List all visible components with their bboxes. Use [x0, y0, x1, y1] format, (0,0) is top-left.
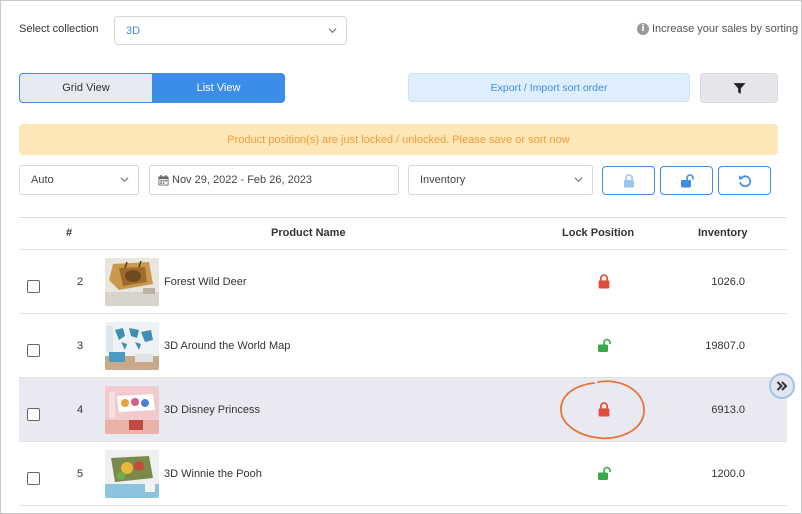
collection-select[interactable]: 3D — [114, 16, 347, 45]
inventory-value: 19807.0 — [705, 340, 745, 352]
grid-view-button[interactable]: Grid View — [19, 73, 152, 103]
date-range-value: Nov 29, 2022 - Feb 26, 2023 — [172, 174, 313, 186]
inventory-value: 1026.0 — [711, 276, 745, 288]
product-name: Forest Wild Deer — [164, 276, 247, 288]
annotation-circle — [560, 380, 645, 440]
table-row[interactable]: 2 Forest Wild Deer 1026.0 — [19, 250, 787, 314]
sort-mode-select[interactable]: Auto — [19, 165, 139, 195]
column-header-inventory: Inventory — [698, 227, 748, 239]
sorting-hint: i Increase your sales by sorting — [637, 23, 798, 35]
row-checkbox[interactable] — [27, 344, 40, 357]
product-thumbnail — [105, 322, 159, 370]
list-view-button[interactable]: List View — [152, 73, 285, 103]
select-collection-label: Select collection — [19, 23, 99, 35]
product-name: 3D Disney Princess — [164, 404, 260, 416]
info-icon: i — [637, 23, 649, 35]
product-thumbnail — [105, 258, 159, 306]
unlock-icon[interactable] — [597, 466, 611, 481]
filter-button[interactable] — [700, 73, 778, 103]
sorting-hint-text: Increase your sales by sorting — [652, 23, 799, 35]
double-chevron-right-icon — [776, 381, 788, 391]
chevron-down-icon — [120, 177, 129, 183]
row-index: 4 — [76, 404, 84, 416]
collection-select-value: 3D — [126, 24, 141, 37]
table-row[interactable]: 3 3D Around the World Map 19807.0 — [19, 314, 787, 378]
row-index: 2 — [76, 276, 84, 288]
unlock-icon[interactable] — [597, 338, 611, 353]
lock-selected-button[interactable] — [602, 166, 655, 195]
filter-icon — [733, 82, 745, 94]
lock-icon — [623, 173, 634, 187]
reset-button[interactable] — [718, 166, 771, 195]
lock-icon[interactable] — [597, 274, 611, 289]
column-header-index: # — [66, 227, 73, 239]
product-thumbnail — [105, 450, 159, 498]
row-checkbox[interactable] — [27, 280, 40, 293]
reset-icon — [738, 175, 751, 187]
product-thumbnail — [105, 386, 159, 434]
product-name: 3D Around the World Map — [164, 340, 291, 352]
table-row[interactable]: 5 3D Winnie the Pooh 1200.0 — [19, 442, 787, 506]
chevron-down-icon — [328, 28, 337, 34]
lock-status-banner: Product position(s) are just locked / un… — [19, 124, 778, 155]
row-index: 3 — [76, 340, 84, 352]
sort-mode-value: Auto — [31, 174, 54, 186]
calendar-icon — [158, 174, 169, 186]
unlock-selected-button[interactable] — [660, 166, 713, 195]
column-header-lock-position: Lock Position — [562, 227, 635, 239]
table-row[interactable]: 4 3D Disney Princess 6913.0 — [19, 378, 787, 442]
chevron-down-icon — [574, 177, 583, 183]
inventory-value: 1200.0 — [711, 468, 745, 480]
date-range-picker[interactable]: Nov 29, 2022 - Feb 26, 2023 — [149, 165, 399, 195]
export-import-button[interactable]: Export / Import sort order — [408, 73, 690, 102]
row-index: 5 — [76, 468, 84, 480]
column-header-product-name: Product Name — [271, 227, 346, 239]
table-top-border — [19, 217, 787, 218]
unlock-icon — [680, 173, 694, 187]
next-page-button[interactable] — [769, 373, 795, 399]
sort-by-select[interactable]: Inventory — [408, 165, 593, 195]
sort-by-value: Inventory — [420, 174, 466, 186]
inventory-value: 6913.0 — [711, 404, 745, 416]
row-checkbox[interactable] — [27, 408, 40, 421]
product-name: 3D Winnie the Pooh — [164, 468, 262, 480]
row-checkbox[interactable] — [27, 472, 40, 485]
